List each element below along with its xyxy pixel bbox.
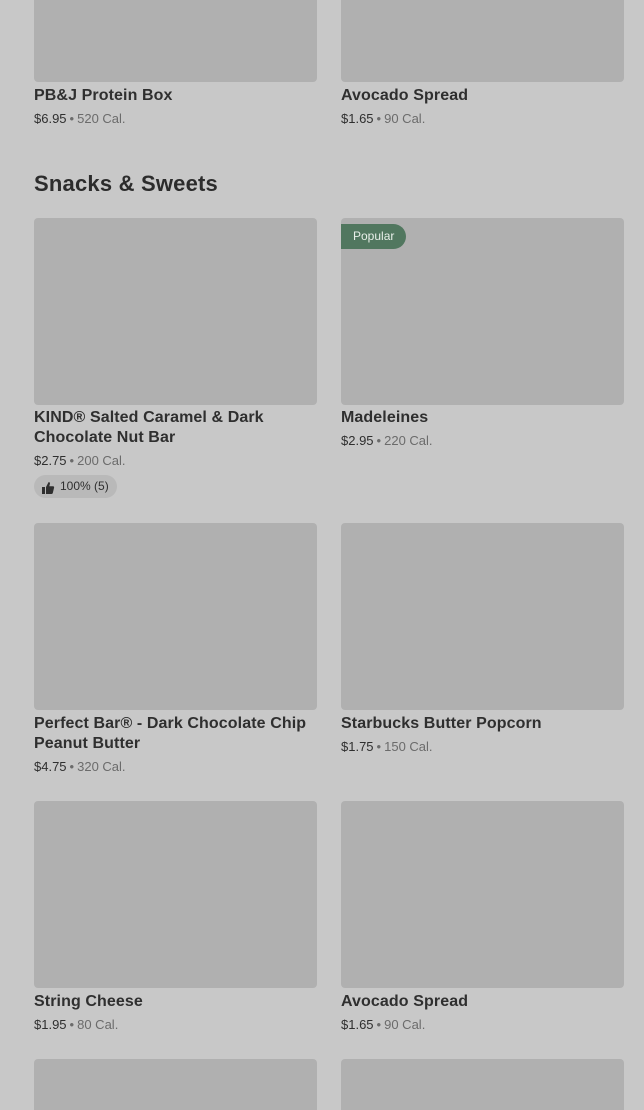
product-calories: 150 Cal. (384, 739, 433, 754)
product-name[interactable]: Madeleines (341, 408, 624, 428)
product-image-perfect-bar[interactable] (34, 523, 317, 710)
product-image-pbj-protein-box[interactable] (34, 0, 317, 82)
product-image-string-cheese[interactable] (34, 801, 317, 988)
product-price-calories: $1.65 • 90 Cal. (341, 111, 425, 127)
product-image-avocado-spread[interactable] (341, 0, 624, 82)
product-calories: 90 Cal. (384, 111, 426, 126)
product-price-calories: $1.95 • 80 Cal. (34, 1017, 118, 1033)
product-calories: 200 Cal. (77, 453, 126, 468)
product-price: $6.95 (34, 111, 67, 126)
product-price: $1.75 (341, 739, 374, 754)
product-price-calories: $6.95 • 520 Cal. (34, 111, 126, 127)
product-price: $4.75 (34, 759, 67, 774)
product-image[interactable] (341, 1059, 624, 1110)
product-calories: 520 Cal. (77, 111, 126, 126)
rating-pill: 100% (5) (34, 475, 117, 498)
product-calories: 220 Cal. (384, 433, 433, 448)
product-price: $2.75 (34, 453, 67, 468)
product-name[interactable]: PB&J Protein Box (34, 86, 317, 106)
popular-badge: Popular (341, 224, 407, 249)
product-price-calories: $1.75 • 150 Cal. (341, 739, 433, 755)
separator: • (376, 739, 382, 754)
product-image-butter-popcorn[interactable] (341, 523, 624, 710)
product-name[interactable]: Perfect Bar® - Dark Chocolate Chip Peanu… (34, 714, 317, 754)
product-price-calories: $2.75 • 200 Cal. (34, 453, 126, 469)
product-image-kind-bar[interactable] (34, 218, 317, 405)
product-price-calories: $2.95 • 220 Cal. (341, 433, 433, 449)
product-name[interactable]: Avocado Spread (341, 86, 624, 106)
product-price: $1.65 (341, 1017, 374, 1032)
separator: • (69, 1017, 75, 1032)
separator: • (69, 759, 75, 774)
separator: • (376, 1017, 382, 1032)
product-name[interactable]: Starbucks Butter Popcorn (341, 714, 624, 734)
section-title: Snacks & Sweets (34, 171, 218, 196)
separator: • (69, 111, 75, 126)
product-image-avocado-spread[interactable] (341, 801, 624, 988)
product-name[interactable]: KIND® Salted Caramel & Dark Chocolate Nu… (34, 408, 317, 448)
product-calories: 320 Cal. (77, 759, 126, 774)
thumbs-up-icon (41, 480, 55, 494)
product-calories: 90 Cal. (384, 1017, 426, 1032)
product-price: $1.65 (341, 111, 374, 126)
product-name[interactable]: String Cheese (34, 992, 317, 1012)
product-image[interactable] (34, 1059, 317, 1110)
product-price: $1.95 (34, 1017, 67, 1032)
product-name[interactable]: Avocado Spread (341, 992, 624, 1012)
product-calories: 80 Cal. (77, 1017, 119, 1032)
separator: • (69, 453, 75, 468)
rating-text: 100% (5) (60, 479, 109, 493)
menu-page: PB&J Protein Box $6.95 • 520 Cal. Avocado … (0, 0, 644, 1110)
product-price: $2.95 (341, 433, 374, 448)
separator: • (376, 111, 382, 126)
product-price-calories: $1.65 • 90 Cal. (341, 1017, 425, 1033)
separator: • (376, 433, 382, 448)
product-price-calories: $4.75 • 320 Cal. (34, 759, 126, 775)
